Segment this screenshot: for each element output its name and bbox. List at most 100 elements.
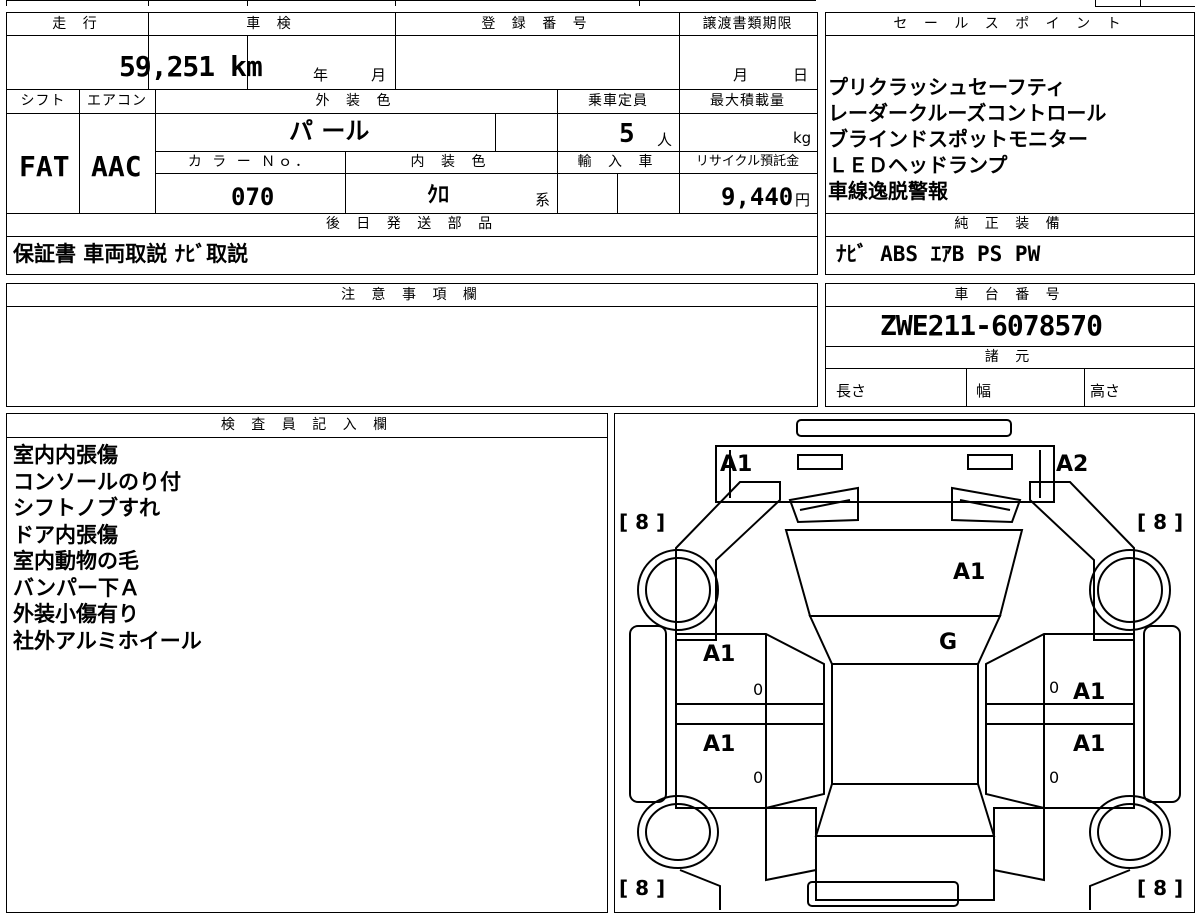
damage-hood: A1 [953, 560, 986, 585]
col-line [395, 13, 396, 89]
aircon-value: AAC [91, 150, 142, 183]
max-load-unit: kg [793, 129, 812, 147]
damage-front-left: A1 [720, 452, 753, 477]
row-line [7, 35, 817, 36]
mileage-label: 走 行 [52, 16, 103, 32]
top-stub [247, 0, 248, 6]
shaken-month: 月 [371, 66, 387, 84]
top-stub [6, 0, 7, 6]
damage-rear-right-door: A1 [1073, 732, 1106, 757]
tire-depth-front-right: [ 8 ] [1137, 510, 1184, 534]
inspector-line: シフトノブすれ [13, 496, 160, 520]
capacity-value: 5 [619, 119, 635, 149]
equipment-value: ﾅﾋﾞ ABS ｴｱB PS PW [836, 242, 1041, 266]
col-line [617, 173, 618, 213]
row-line [826, 368, 1194, 369]
col-line [557, 89, 558, 213]
interior-color-value: ｸﾛ [427, 183, 450, 208]
capacity-label: 乗車定員 [588, 93, 648, 109]
sales-point-item: レーダークルーズコントロール [828, 101, 1107, 125]
shift-value: FAT [19, 150, 70, 183]
max-load-label: 最大積載量 [710, 93, 785, 109]
zero-mark: 0 [753, 768, 764, 787]
row-line [7, 113, 817, 114]
tire-depth-rear-right: [ 8 ] [1137, 876, 1184, 900]
col-line [148, 13, 149, 89]
row-line [826, 306, 1194, 307]
sales-point-item: ブラインドスポットモニター [828, 127, 1088, 151]
tire-depth-front-left: [ 8 ] [619, 510, 666, 534]
top-edge-line [6, 0, 816, 1]
car-damage-diagram: A1 A2 A1 G A1 0 A1 0 A1 0 A1 0 [ 8 ] [ 8… [614, 413, 1195, 913]
damage-windshield: G [939, 630, 958, 655]
top-stub [1140, 0, 1141, 6]
chassis-number: ZWE211-6078570 [880, 309, 1103, 342]
import-label: 輸 入 車 [577, 154, 659, 170]
top-stub [1095, 6, 1195, 7]
vehicle-info-table: 走 行 車 検 登 録 番 号 譲渡書類期限 59,251 km 年 月 月 日… [6, 12, 818, 275]
inspector-label: 検 査 員 記 入 欄 [220, 417, 394, 433]
color-no-value: 070 [231, 183, 275, 211]
row-line [155, 173, 817, 174]
length-label: 長さ [836, 382, 867, 400]
damage-rear-left-door: A1 [703, 732, 736, 757]
inspector-line: ドア内張傷 [13, 522, 118, 547]
top-stub [148, 0, 149, 6]
inspector-line: バンパー下Ａ [13, 575, 141, 600]
top-stub [1095, 0, 1096, 6]
exterior-color-label: 外 装 色 [315, 93, 397, 109]
inspector-line: 外装小傷有り [13, 602, 139, 626]
sales-point-item: 車線逸脱警報 [828, 179, 948, 203]
later-parts-label: 後 日 発 送 部 品 [325, 216, 499, 232]
col-line [79, 89, 80, 213]
row-line [7, 306, 817, 307]
recycle-value: 9,440 [721, 183, 794, 211]
shaken-label: 車 検 [246, 16, 297, 32]
exterior-color-value: パ ール [289, 117, 370, 145]
deadline-month: 月 [733, 66, 749, 84]
sales-point-item: プリクラッシュセーフティ [828, 75, 1066, 99]
col-line [966, 368, 967, 406]
inspector-line: 室内内張傷 [13, 443, 118, 467]
zero-mark: 0 [1049, 768, 1060, 787]
zero-mark: 0 [1049, 678, 1060, 697]
zero-mark: 0 [753, 680, 764, 699]
capacity-unit: 人 [657, 131, 673, 149]
row-line [826, 236, 1194, 237]
recycle-label: リサイクル預託金 [695, 154, 800, 169]
shift-label: シフト [20, 93, 66, 109]
col-line [155, 89, 156, 213]
inspector-line: 室内動物の毛 [13, 549, 139, 573]
sales-point-label: セ ー ル ス ポ イ ン ト [893, 16, 1127, 32]
mileage-value: 59,251 km [119, 50, 263, 83]
registration-label: 登 録 番 号 [481, 16, 593, 32]
height-label: 高さ [1090, 382, 1121, 400]
row-line [7, 437, 607, 438]
chassis-panel: 車 台 番 号 ZWE211-6078570 諸 元 長さ 幅 高さ [825, 283, 1195, 407]
damage-front-right: A2 [1056, 452, 1089, 477]
inspector-panel: 検 査 員 記 入 欄 室内内張傷 コンソールのり付 シフトノブすれ ドア内張傷… [6, 413, 608, 913]
col-line [247, 35, 248, 89]
car-outline-drawing [628, 418, 1181, 910]
damage-front-right-door: A1 [1073, 680, 1106, 705]
inspector-lines: 室内内張傷 コンソールのり付 シフトノブすれ ドア内張傷 室内動物の毛 バンパー… [13, 442, 202, 654]
interior-color-label: 内 装 色 [410, 154, 492, 170]
equipment-label: 純 正 装 備 [954, 216, 1066, 232]
deadline-day: 日 [793, 66, 809, 84]
sales-point-panel: セ ー ル ス ポ イ ン ト プリクラッシュセーフティ レーダークルーズコント… [825, 12, 1195, 275]
top-stub [639, 0, 640, 6]
inspector-line: 社外アルミホイール [13, 628, 202, 653]
shaken-year: 年 [313, 66, 329, 84]
interior-color-suffix: 系 [535, 191, 551, 209]
tire-depth-rear-left: [ 8 ] [619, 876, 666, 900]
later-parts-value: 保証書 車両取説 ﾅﾋﾞ取説 [13, 242, 249, 266]
recycle-unit: 円 [795, 191, 811, 209]
damage-front-left-door: A1 [703, 642, 736, 667]
top-stub [395, 0, 396, 6]
notes-label: 注 意 事 項 欄 [341, 287, 483, 303]
transfer-deadline-label: 譲渡書類期限 [702, 16, 793, 32]
row-line [7, 89, 817, 90]
aircon-label: エアコン [87, 93, 147, 109]
sales-point-item: ＬＥＤヘッドランプ [828, 153, 1008, 177]
col-line [1084, 368, 1085, 406]
